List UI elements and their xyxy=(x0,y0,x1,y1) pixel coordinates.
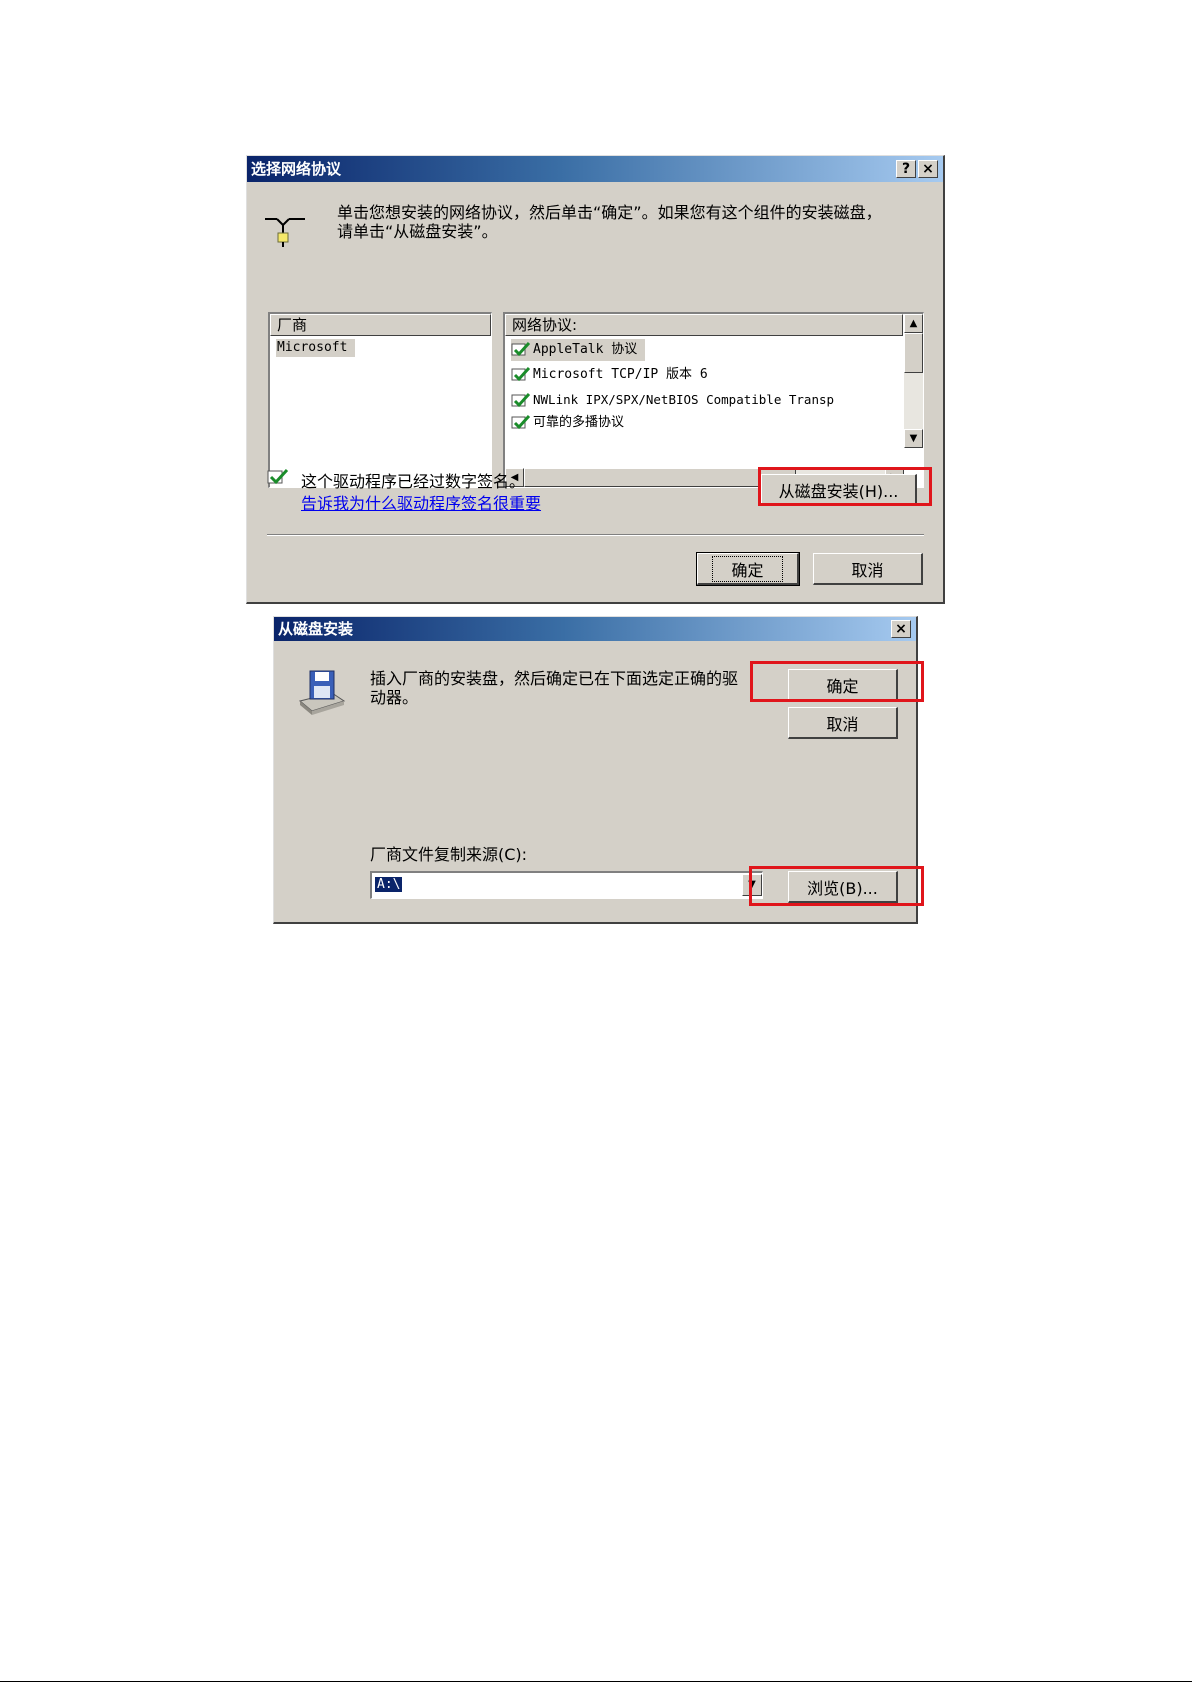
protocol-item-label: NWLink IPX/SPX/NetBIOS Compatible Transp xyxy=(533,392,835,407)
close-button[interactable]: × xyxy=(891,620,911,638)
network-protocol-icon xyxy=(261,211,307,253)
manufacturer-list[interactable]: 厂商 Microsoft xyxy=(268,312,492,488)
copy-from-label: 厂商文件复制来源(C): xyxy=(370,845,528,864)
highlight-have-disk-button xyxy=(758,467,932,506)
scroll-down-arrow-icon[interactable]: ▼ xyxy=(904,429,923,448)
floppy-disk-icon xyxy=(296,667,346,719)
dialog1-titlebar: 选择网络协议 xyxy=(247,156,943,182)
signed-check-icon xyxy=(511,341,531,356)
signed-check-icon xyxy=(511,414,531,429)
signed-check-icon xyxy=(511,392,531,407)
dialog1-instruction: 单击您想安装的网络协议，然后单击“确定”。如果您有这个组件的安装磁盘，请单击“从… xyxy=(337,203,882,241)
ok-button[interactable]: 确定 xyxy=(696,552,800,586)
manufacturer-column-header[interactable]: 厂商 xyxy=(270,314,491,336)
horizontal-scroll-thumb[interactable] xyxy=(524,468,796,487)
protocol-vertical-scrollbar[interactable]: ▲ ▼ xyxy=(904,314,923,448)
dialog2-title: 从磁盘安装 xyxy=(278,620,354,638)
highlight-browse-button xyxy=(749,866,924,906)
separator xyxy=(267,534,924,536)
dialog2-titlebar: 从磁盘安装 xyxy=(274,617,916,641)
close-button[interactable]: × xyxy=(918,160,938,178)
protocol-item[interactable]: Microsoft TCP/IP 版本 6 xyxy=(511,364,708,386)
protocol-item-label: AppleTalk 协议 xyxy=(533,342,638,357)
copy-from-combobox[interactable]: A:\ ▼ xyxy=(370,871,763,899)
protocol-item-label: 可靠的多播协议 xyxy=(533,415,625,430)
dialog2-instruction: 插入厂商的安装盘，然后确定已在下面选定正确的驱动器。 xyxy=(370,669,739,707)
cancel-button[interactable]: 取消 xyxy=(788,707,898,739)
protocol-item[interactable]: NWLink IPX/SPX/NetBIOS Compatible Transp xyxy=(511,389,834,411)
copy-from-input[interactable]: A:\ xyxy=(375,876,403,894)
cancel-button[interactable]: 取消 xyxy=(813,553,923,585)
ok-button-label: 确定 xyxy=(712,555,783,582)
copy-from-value: A:\ xyxy=(375,877,403,892)
page-bottom-rule xyxy=(0,1681,1192,1682)
protocol-item[interactable]: 可靠的多播协议 xyxy=(511,412,624,434)
signed-check-icon xyxy=(511,366,531,381)
scroll-thumb[interactable] xyxy=(904,333,923,373)
signed-driver-icon xyxy=(267,468,289,490)
protocol-item-label: Microsoft TCP/IP 版本 6 xyxy=(533,367,708,382)
scroll-up-arrow-icon[interactable]: ▲ xyxy=(904,314,923,333)
protocol-list[interactable]: 网络协议: AppleTalk 协议 Microsoft TCP/IP 版本 6… xyxy=(503,312,924,488)
protocol-column-header[interactable]: 网络协议: xyxy=(505,314,903,336)
dialog1-title: 选择网络协议 xyxy=(251,160,342,178)
select-network-protocol-dialog: 选择网络协议 ? × 单击您想安装的网络协议，然后单击“确定”。如果您有这个组件… xyxy=(246,155,945,604)
signed-driver-text: 这个驱动程序已经过数字签名。 xyxy=(301,472,526,491)
highlight-ok-button xyxy=(750,661,924,702)
driver-signing-link[interactable]: 告诉我为什么驱动程序签名很重要 xyxy=(301,490,541,514)
manufacturer-item[interactable]: Microsoft xyxy=(276,339,356,357)
protocol-item[interactable]: AppleTalk 协议 xyxy=(511,339,646,361)
help-button[interactable]: ? xyxy=(896,160,916,178)
